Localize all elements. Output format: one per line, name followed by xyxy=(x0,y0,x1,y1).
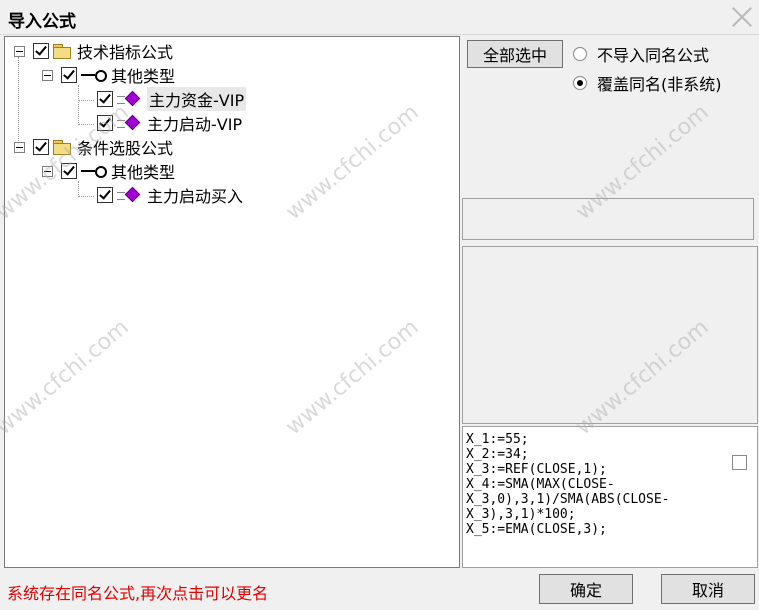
tree-node-label: 其他类型 xyxy=(111,67,176,86)
title-bar: 导入公式 xyxy=(0,0,759,35)
code-checkbox[interactable] xyxy=(732,455,747,470)
formula-name-field[interactable] xyxy=(462,198,754,240)
key-icon xyxy=(81,165,107,178)
node-checkbox[interactable] xyxy=(33,43,49,59)
folder-icon xyxy=(53,140,71,155)
tree-node-main-start-vip[interactable]: 主力启动-VIP xyxy=(97,111,242,135)
folder-icon xyxy=(53,44,71,59)
radio-icon[interactable] xyxy=(573,47,587,61)
status-message: 系统存在同名公式,再次点击可以更名 xyxy=(7,584,269,603)
radio-overwrite[interactable]: 覆盖同名(非系统) xyxy=(573,71,722,95)
formula-icon xyxy=(117,188,143,202)
node-checkbox[interactable] xyxy=(61,67,77,83)
tree-node-main-fund-vip[interactable]: 主力资金-VIP xyxy=(97,87,247,111)
tree-node-other-type-2[interactable]: 其他类型 xyxy=(42,159,175,183)
collapse-icon[interactable] xyxy=(14,141,25,153)
tree-node-stock-selection[interactable]: 条件选股公式 xyxy=(14,135,173,159)
formula-icon xyxy=(117,116,143,130)
node-checkbox[interactable] xyxy=(61,163,77,179)
node-checkbox[interactable] xyxy=(97,91,113,107)
tree-node-label: 主力启动-VIP xyxy=(147,115,243,134)
tree-node-main-start-buy[interactable]: 主力启动买入 xyxy=(97,183,243,207)
formula-description-area[interactable] xyxy=(462,246,758,424)
node-checkbox[interactable] xyxy=(97,115,113,131)
node-checkbox[interactable] xyxy=(97,187,113,203)
radio-selected-icon[interactable] xyxy=(573,76,587,90)
select-all-button[interactable]: 全部选中 xyxy=(467,40,563,68)
radio-no-import[interactable]: 不导入同名公式 xyxy=(573,42,709,66)
formula-code-box[interactable]: X_1:=55; X_2:=34; X_3:=REF(CLOSE,1); X_4… xyxy=(462,426,758,568)
cancel-button[interactable]: 取消 xyxy=(661,574,755,604)
node-checkbox[interactable] xyxy=(33,139,49,155)
tree-node-label: 其他类型 xyxy=(111,163,176,182)
collapse-icon[interactable] xyxy=(42,69,53,81)
tree-node-label: 主力启动买入 xyxy=(147,187,244,206)
radio-label: 覆盖同名(非系统) xyxy=(597,75,722,94)
key-icon xyxy=(81,69,107,82)
formula-icon xyxy=(117,92,143,106)
formula-tree[interactable]: 技术指标公式 其他类型 主力资金-VIP 主力启动-VIP 条件选股公式 其他类… xyxy=(4,36,460,568)
tree-node-other-type-1[interactable]: 其他类型 xyxy=(42,63,175,87)
radio-label: 不导入同名公式 xyxy=(597,46,710,65)
tree-node-label: 技术指标公式 xyxy=(77,43,174,62)
close-icon[interactable] xyxy=(729,4,755,30)
collapse-icon[interactable] xyxy=(42,165,53,177)
formula-code-text: X_1:=55; X_2:=34; X_3:=REF(CLOSE,1); X_4… xyxy=(466,432,670,537)
tree-node-tech-indicators[interactable]: 技术指标公式 xyxy=(14,39,173,63)
ok-button[interactable]: 确定 xyxy=(539,574,633,604)
tree-node-label: 主力资金-VIP xyxy=(147,87,247,111)
collapse-icon[interactable] xyxy=(14,45,25,57)
window-title: 导入公式 xyxy=(8,12,76,32)
tree-node-label: 条件选股公式 xyxy=(77,139,174,158)
